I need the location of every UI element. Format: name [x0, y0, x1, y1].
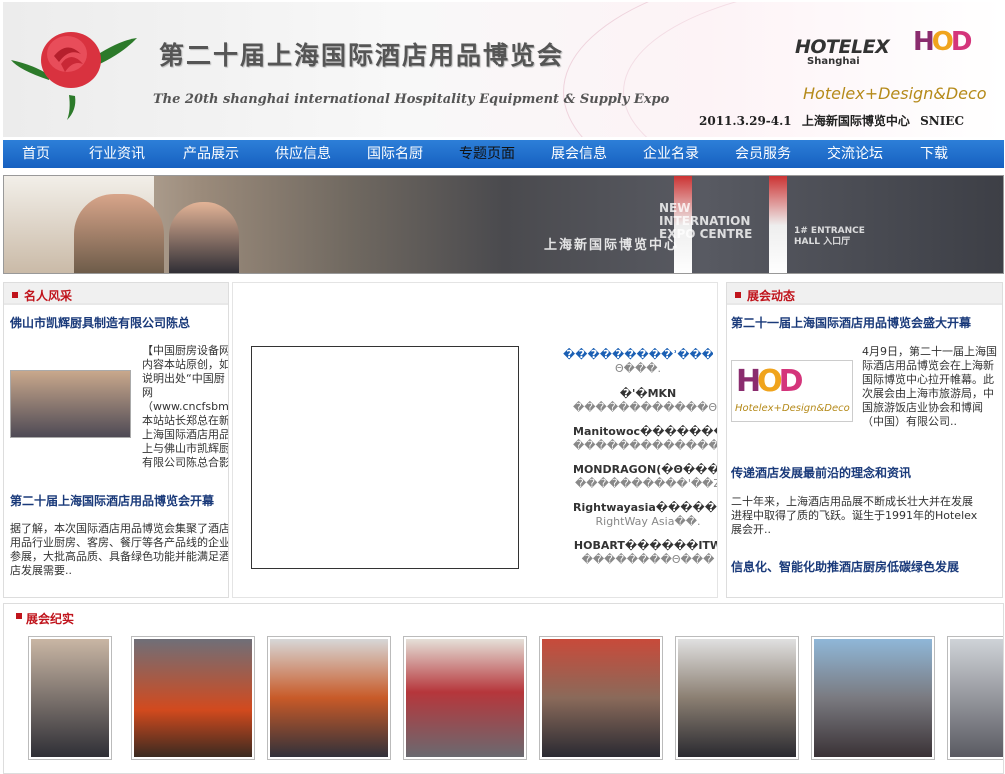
brand-sub: Θ���. — [615, 362, 661, 375]
banner-person — [74, 194, 164, 273]
news-article3-title[interactable]: 信息化、智能化助推酒店厨房低碳绿色发展 — [731, 558, 1002, 575]
celebrity-article1-body: 【中国厨房设备网内容本站原创，如说明出处“中国厨网（www.cncfsbmh.本… — [142, 344, 229, 469]
brand-item[interactable]: MONDRAGON(�Θ���� ����������'��Z — [573, 463, 718, 491]
expo-date-venue: 2011.3.29-4.1 上海新国际博览中心 SNIEC — [699, 112, 964, 129]
news-article2-body: 二十年来，上海酒店用品展不断成长壮大并在发展进程中取得了质的飞跃。诞生于1991… — [731, 495, 978, 536]
celebrity-heading-text: 名人风采 — [24, 289, 73, 303]
brand-name: HOBART������ITW — [573, 539, 718, 552]
nav-item-products[interactable]: 产品展示 — [165, 140, 257, 168]
nav-item-supply[interactable]: 供应信息 — [257, 140, 349, 168]
banner-entrance-sign: 1# ENTRANCE HALL 入口厅 — [794, 226, 865, 247]
brand-item[interactable]: Manitowoc���������� �������������ʾ — [573, 425, 718, 453]
video-player[interactable] — [251, 346, 519, 569]
hod-thumbnail-logo: HOD — [736, 364, 804, 399]
celebrity-article2-title[interactable]: 第二十届上海国际酒店用品博览会开幕 — [10, 492, 228, 509]
gallery-photo[interactable] — [539, 636, 663, 760]
banner-person — [169, 202, 239, 273]
expo-date: 2011.3.29-4.1 — [699, 114, 792, 128]
nav-item-home[interactable]: 首页 — [3, 140, 69, 168]
news-article2-title[interactable]: 传递酒店发展最前沿的理念和资讯 — [731, 464, 1002, 481]
nav-item-exhibition-info[interactable]: 展会信息 — [533, 140, 625, 168]
nav-item-forum[interactable]: 交流论坛 — [809, 140, 901, 168]
brand-sub: �������������ʾ — [573, 439, 718, 452]
brand-name: �'�MKN — [619, 387, 677, 400]
expo-venue: 上海新国际博览中心 — [801, 114, 910, 128]
celebrity-section: 名人风采 佛山市凯辉厨具制造有限公司陈总 【中国厨房设备网内容本站原创，如说明出… — [3, 282, 229, 598]
brand-item[interactable]: �'�MKN ������������Θ��� — [573, 387, 718, 415]
expo-title-en: The 20th shanghai international Hospital… — [153, 92, 670, 107]
nav-item-member-services[interactable]: 会员服务 — [717, 140, 809, 168]
gallery-photo[interactable] — [131, 636, 255, 760]
celebrity-article1-title[interactable]: 佛山市凯辉厨具制造有限公司陈总 — [10, 314, 228, 331]
nav-item-special-topics[interactable]: 专题页面 — [441, 140, 533, 168]
gallery-photo[interactable] — [267, 636, 391, 760]
gallery-heading: 展会纪实 — [4, 604, 1003, 626]
gallery-photo[interactable] — [811, 636, 935, 760]
hotelex-tagline: Hotelex+Design&Deco — [803, 84, 987, 103]
brand-name: MONDRAGON(�Θ���� — [573, 463, 718, 476]
main-nav: 首页 行业资讯 产品展示 供应信息 国际名厨 专题页面 展会信息 企业名录 会员… — [3, 140, 1004, 168]
brand-name: Rightwayasia������� — [573, 501, 718, 514]
brand-sub: ������������Θ��� — [573, 401, 718, 414]
hod-thumb-h: H — [736, 364, 761, 399]
gallery-photo[interactable] — [675, 636, 799, 760]
hod-thumbnail[interactable]: HOD Hotelex+Design&Deco — [731, 360, 853, 422]
expo-venue-abbr: SNIEC — [920, 114, 965, 128]
hod-logo-h: H — [913, 27, 935, 57]
brand-item[interactable]: HOBART������ITW ��������Θ��� — [573, 539, 718, 567]
banner-flag — [769, 176, 787, 273]
hod-thumb-d: D — [778, 364, 804, 399]
nav-item-chefs[interactable]: 国际名厨 — [349, 140, 441, 168]
hod-logo-d: D — [950, 27, 973, 57]
nav-item-industry-news[interactable]: 行业资讯 — [69, 140, 165, 168]
hod-logo-o: O — [931, 27, 954, 57]
gallery-photo[interactable] — [947, 636, 1003, 760]
brand-sub: ����������'��Z — [575, 477, 718, 490]
hotelex-logo[interactable]: HOTELEX Shanghai — [795, 36, 890, 67]
expo-banner-image: NEW INTERNATION EXPO CENTRE 上海新国际博览中心 1#… — [3, 175, 1004, 274]
brand-sub: ��������Θ��� — [581, 553, 715, 566]
celebrity-article1-photo[interactable] — [10, 370, 131, 438]
news-article1-title[interactable]: 第二十一届上海国际酒店用品博览会盛大开幕 — [731, 314, 1002, 331]
brand-item[interactable]: Rightwayasia������� RightWay Asia��. — [573, 501, 718, 529]
gallery-heading-text: 展会纪实 — [26, 612, 75, 626]
exhibition-gallery-section: 展会纪实 — [3, 603, 1004, 774]
gallery-photo[interactable] — [403, 636, 527, 760]
hod-thumb-o: O — [757, 364, 782, 399]
hod-thumbnail-tagline: Hotelex+Design&Deco — [735, 403, 850, 414]
hotelex-logo-text: HOTELEX — [795, 36, 890, 58]
news-heading: 展会动态 — [727, 283, 1002, 305]
heading-bullet-icon — [16, 613, 22, 619]
gallery-photo[interactable] — [28, 636, 112, 760]
celebrity-heading: 名人风采 — [4, 283, 228, 305]
brand-name: ���������ʾ��� — [563, 348, 713, 361]
news-heading-text: 展会动态 — [747, 289, 796, 303]
celebrity-article2-body: 据了解，本次国际酒店用品博览会集聚了酒店用品行业厨房、客房、餐厅等各产品线的企业… — [10, 522, 229, 577]
site-header: 第二十届上海国际酒店用品博览会 The 20th shanghai intern… — [3, 2, 1004, 137]
heading-bullet-icon — [12, 292, 18, 298]
brand-item[interactable]: ���������ʾ��� Θ���. — [563, 348, 713, 376]
news-article1-body: 4月9日，第二十一届上海国际酒店用品博览会在上海新国际博览中心拉开帷幕。此次展会… — [862, 345, 997, 428]
featured-center-section: ���������ʾ��� Θ���. �'�MKN ������������Θ… — [232, 282, 718, 598]
nav-item-directory[interactable]: 企业名录 — [625, 140, 717, 168]
nav-item-download[interactable]: 下载 — [901, 140, 967, 168]
rose-logo-icon — [11, 32, 137, 120]
exhibition-news-section: 展会动态 第二十一届上海国际酒店用品博览会盛大开幕 HOD Hotelex+De… — [726, 282, 1003, 598]
hod-logo[interactable]: HOD — [913, 27, 973, 57]
banner-sign-cn: 上海新国际博览中心 — [544, 238, 680, 253]
brand-name: Manitowoc���������� — [573, 425, 717, 438]
expo-title-cn: 第二十届上海国际酒店用品博览会 — [159, 41, 565, 70]
heading-bullet-icon — [735, 292, 741, 298]
brand-sub: RightWay Asia��. — [595, 515, 701, 528]
